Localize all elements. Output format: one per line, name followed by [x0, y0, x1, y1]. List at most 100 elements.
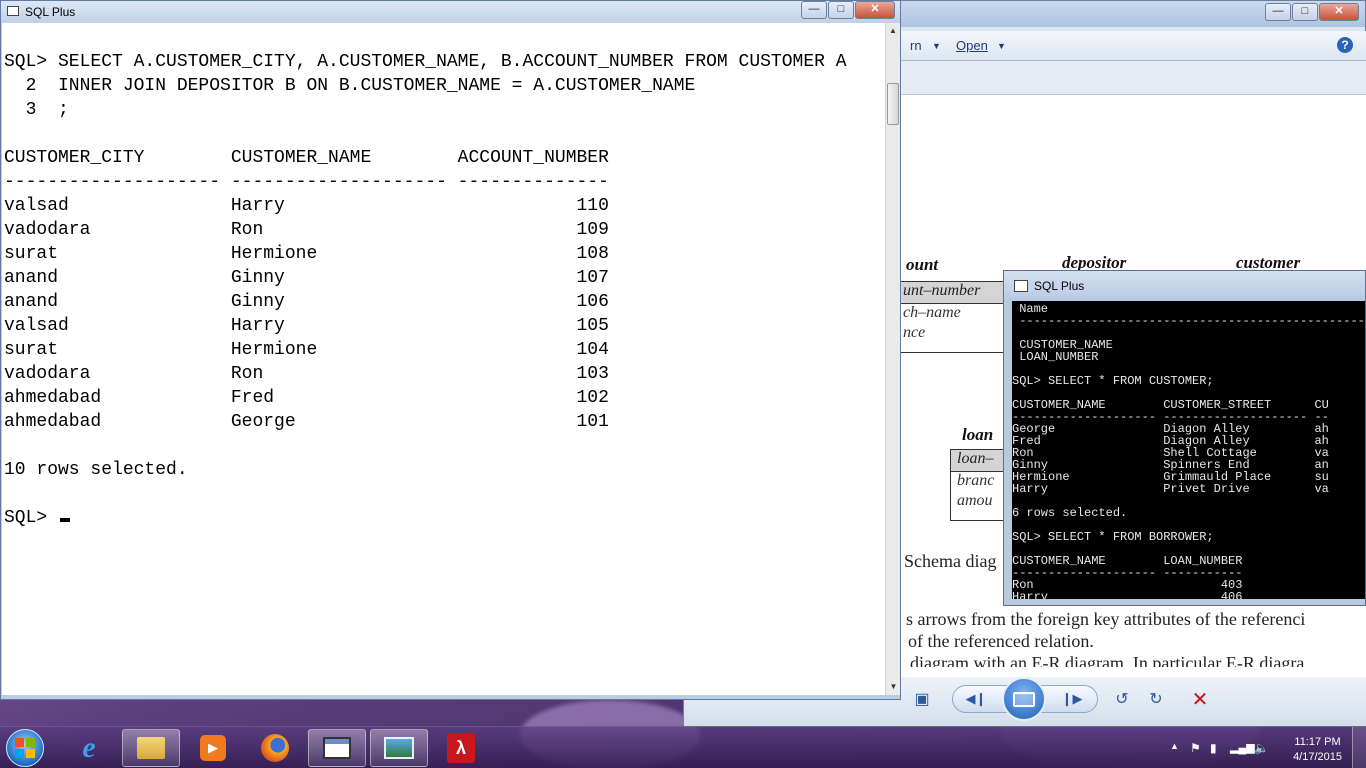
firefox-icon — [261, 734, 289, 762]
taskbar-file-explorer[interactable] — [122, 729, 180, 767]
media-player-icon: ▶ — [200, 735, 226, 761]
sqlplus-window-main[interactable]: SQL Plus — □ ✕ SQL> SELECT A.CUSTOMER_CI… — [0, 0, 901, 700]
console-line: valsad Harry 105 — [4, 316, 609, 336]
chevron-down-icon[interactable]: ▼ — [997, 41, 1006, 51]
chevron-down-icon[interactable]: ▼ — [932, 41, 941, 51]
scroll-down-icon[interactable]: ▼ — [886, 679, 901, 695]
console-line: SQL> SELECT * FROM BORROWER; — [1012, 530, 1214, 544]
windows-logo-part — [26, 738, 35, 747]
start-button[interactable] — [6, 729, 44, 767]
console-line: LOAN_NUMBER N — [1012, 350, 1365, 364]
console-line: surat Hermione 104 — [4, 340, 609, 360]
window-title: SQL Plus — [25, 5, 76, 19]
console-line: Harry 406 — [1012, 590, 1243, 599]
console-prompt-line[interactable]: SQL> — [4, 506, 885, 530]
scroll-up-icon[interactable]: ▲ — [886, 23, 900, 39]
sqlplus-taskbar-icon — [323, 737, 351, 759]
doc-paragraph-line: diagram with an E-R diagram. In particul… — [910, 653, 1305, 667]
show-desktop-button[interactable] — [1352, 727, 1366, 768]
system-tray: ▲ ⚑ ▮ ▂▄▆ 🔈 11:17 PM 4/17/2015 — [1156, 727, 1366, 768]
action-center-flag-icon[interactable]: ⚑ — [1190, 741, 1201, 755]
console-line: 3 ; — [4, 100, 69, 120]
sql-prompt: SQL> — [4, 508, 59, 528]
pdf-icon: λ — [447, 733, 475, 763]
doc-account-field: unt–number — [897, 282, 1003, 304]
console-line: ahmedabad George 101 — [4, 412, 609, 432]
maximize-button[interactable]: □ — [1292, 3, 1318, 21]
console-line: SQL> SELECT A.CUSTOMER_CITY, A.CUSTOMER_… — [4, 52, 847, 72]
console-line: SQL> SELECT * FROM CUSTOMER; — [1012, 374, 1214, 388]
titlebar: SQL Plus — [1004, 271, 1365, 301]
taskbar: e ▶ λ ▲ ⚑ ▮ ▂▄▆ 🔈 11:17 PM 4/17/2015 — [0, 726, 1366, 768]
close-button[interactable]: ✕ — [1319, 3, 1359, 21]
doc-loan-field: amou — [957, 492, 993, 509]
show-hidden-icons-icon[interactable]: ▲ — [1170, 741, 1179, 751]
console-line: anand Ginny 106 — [4, 292, 609, 312]
sqlplus-app-icon — [1014, 280, 1028, 292]
doc-heading-account: ount — [906, 255, 939, 274]
clock[interactable]: 11:17 PM 4/17/2015 — [1293, 735, 1342, 765]
console-line: Harry Privet Drive va — [1012, 482, 1329, 496]
taskbar-pdf-reader[interactable]: λ — [432, 729, 490, 767]
doc-loan-box: loan– branc amou — [950, 449, 1010, 521]
vertical-scrollbar[interactable]: ▲ ▼ — [885, 23, 900, 695]
doc-loan-field: branc — [957, 472, 995, 489]
doc-caption: Schema diag — [904, 551, 997, 571]
console-line: CUSTOMER_CITY CUSTOMER_NAME ACCOUNT_NUMB… — [4, 148, 609, 168]
maximize-button[interactable]: □ — [828, 1, 854, 19]
scroll-thumb[interactable] — [887, 83, 899, 125]
console-line: 10 rows selected. — [4, 460, 188, 480]
rotate-right-icon[interactable]: ↻ — [1146, 685, 1166, 713]
console-line: 6 rows selected. — [1012, 506, 1128, 520]
console-output[interactable]: SQL> SELECT A.CUSTOMER_CITY, A.CUSTOMER_… — [2, 23, 885, 530]
doc-paragraph-line: of the referenced relation. — [908, 631, 1094, 651]
console-line: -------------------- -------------------… — [4, 172, 609, 192]
doc-paragraph-line: s arrows from the foreign key attributes… — [906, 609, 1306, 629]
windows-logo-part — [15, 749, 24, 758]
volume-muted-icon[interactable]: 🔈 — [1254, 741, 1269, 755]
taskbar-firefox[interactable] — [246, 729, 304, 767]
console-line: surat Hermione 108 — [4, 244, 609, 264]
minimize-button[interactable]: — — [801, 1, 827, 19]
next-icon[interactable]: ❙▶ — [1060, 685, 1084, 713]
previous-icon[interactable]: ◀❙ — [964, 685, 988, 713]
doc-account-field: nce — [903, 324, 926, 341]
console-line: anand Ginny 107 — [4, 268, 609, 288]
text-cursor — [60, 518, 71, 522]
taskbar-media-player[interactable]: ▶ — [184, 729, 242, 767]
clock-date: 4/17/2015 — [1293, 751, 1342, 763]
slideshow-button[interactable] — [1002, 677, 1046, 721]
console-area[interactable]: SQL> SELECT A.CUSTOMER_CITY, A.CUSTOMER_… — [2, 23, 885, 695]
internet-explorer-icon: e — [82, 731, 96, 764]
sqlplus-window-secondary[interactable]: SQL Plus Name N ------------------------… — [1003, 270, 1366, 606]
taskbar-internet-explorer[interactable]: e — [60, 729, 118, 767]
folder-icon — [137, 737, 165, 759]
console-line: 2 INNER JOIN DEPOSITOR B ON B.CUSTOMER_N… — [4, 76, 696, 96]
console-line: vadodara Ron 103 — [4, 364, 609, 384]
delete-icon[interactable]: ✕ — [1190, 685, 1210, 713]
doc-account-box: unt–number ch–name nce — [896, 281, 1004, 353]
minimize-button[interactable]: — — [1265, 3, 1291, 21]
help-icon[interactable]: ? — [1337, 37, 1353, 53]
console-line: valsad Harry 110 — [4, 196, 609, 216]
doc-heading-loan: loan — [962, 425, 994, 444]
network-signal-icon[interactable]: ▂▄▆ — [1230, 741, 1255, 754]
doc-account-field: ch–name — [903, 304, 961, 321]
fit-window-icon[interactable]: ▣ — [912, 685, 932, 713]
clock-time: 11:17 PM — [1294, 736, 1341, 748]
console-output[interactable]: Name N ---------------------------------… — [1012, 301, 1365, 599]
console-line: ahmedabad Fred 102 — [4, 388, 609, 408]
photo-viewer-icon — [384, 737, 414, 759]
taskbar-sqlplus[interactable] — [308, 729, 366, 767]
close-button[interactable]: ✕ — [855, 1, 895, 19]
rotate-left-icon[interactable]: ↺ — [1112, 685, 1132, 713]
safely-remove-hardware-icon[interactable]: ▮ — [1210, 741, 1217, 755]
taskbar-photo-viewer[interactable] — [370, 729, 428, 767]
console-line: vadodara Ron 109 — [4, 220, 609, 240]
menu-open[interactable]: Open — [956, 38, 988, 53]
slideshow-icon — [1013, 691, 1035, 707]
menu-item-prev[interactable]: rn — [910, 38, 922, 53]
